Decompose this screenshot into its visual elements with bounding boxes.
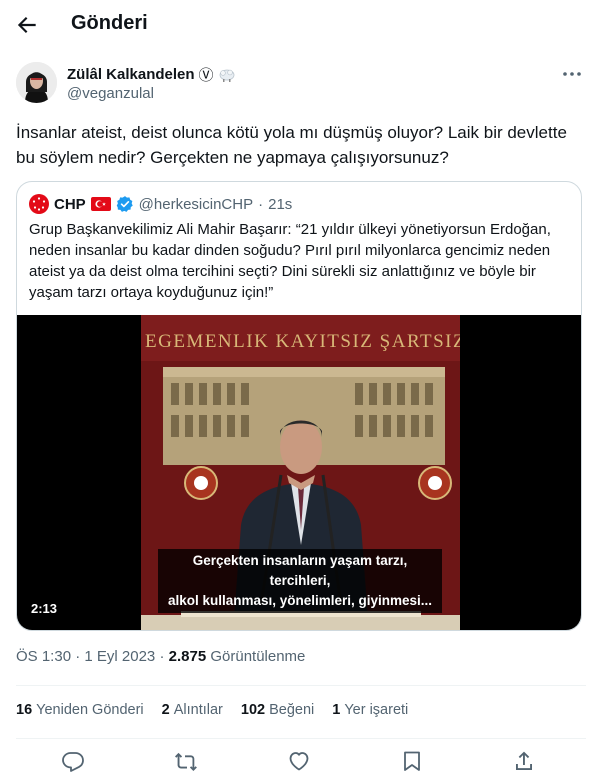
bookmarks-count: 1	[332, 702, 341, 718]
view-count: 2.875	[168, 648, 207, 665]
vegan-badge: Ⓥ	[198, 67, 214, 84]
tweet-text: İnsanlar ateist, deist olunca kötü yola …	[16, 123, 567, 167]
quote-author-name[interactable]: CHP	[54, 196, 86, 213]
retweets-stat[interactable]: 16 Yeniden Gönderi	[16, 702, 144, 722]
quote-author-handle[interactable]: @herkesicinCHP	[139, 196, 253, 213]
verified-badge-icon	[116, 196, 133, 212]
video-banner-text: EGEMENLIK KAYITSIZ ŞARTSIZ M	[145, 331, 460, 352]
quote-text: Grup Başkanvekilimiz Ali Mahir Başarır: …	[29, 221, 551, 301]
likes-label: Beğeni	[269, 702, 315, 718]
tweet-meta: ÖS 1:30 · 1 Eyl 2023 · 2.875 Görüntülenm…	[16, 648, 305, 665]
quoted-tweet[interactable]: CHP @herkesicinCHP · 21s Grup Başkanveki…	[16, 181, 582, 631]
divider-2	[16, 738, 586, 739]
bookmarks-stat[interactable]: 1 Yer işareti	[332, 702, 408, 722]
author-handle[interactable]: @veganzulal	[67, 85, 154, 102]
chp-logo-icon	[29, 194, 49, 214]
quotes-count: 2	[161, 702, 170, 718]
likes-count: 102	[240, 702, 266, 718]
heart-icon[interactable]	[287, 749, 311, 773]
quotes-stat[interactable]: 2 Alıntılar	[162, 702, 223, 722]
turkey-flag-icon	[90, 197, 111, 211]
quote-timestamp[interactable]: 21s	[268, 196, 292, 213]
video-duration: 2:13	[31, 601, 58, 616]
author-name[interactable]: Zülâl Kalkandelen	[67, 66, 195, 83]
author-name-row[interactable]: Zülâl Kalkandelen Ⓥ	[67, 64, 236, 85]
sheep-icon	[219, 69, 234, 82]
top-bar: Gönderi	[0, 0, 602, 50]
divider-1	[16, 685, 586, 686]
video-subtitle: Gerçekten insanların yaşam tarzı, tercih…	[158, 549, 442, 613]
tweet-date[interactable]: 1 Eyl 2023	[84, 648, 155, 665]
avatar[interactable]	[16, 62, 57, 103]
subtitle-line-1: Gerçekten insanların yaşam tarzı, tercih…	[192, 553, 408, 588]
action-bar	[0, 745, 602, 779]
bookmarks-label: Yer işareti	[344, 702, 409, 718]
tweet-time[interactable]: ÖS 1:30	[16, 648, 71, 665]
retweets-count: 16	[16, 702, 33, 718]
view-label: Görüntülenme	[210, 648, 306, 665]
retweet-icon[interactable]	[174, 749, 198, 773]
engagement-stats: 16 Yeniden Gönderi 2 Alıntılar 102 Beğeni 1…	[16, 702, 408, 722]
reply-icon[interactable]	[61, 749, 85, 773]
likes-stat[interactable]: 102 Beğeni	[241, 702, 314, 722]
arrow-left-icon[interactable]	[14, 12, 40, 38]
meta-separator: ·	[75, 648, 81, 665]
quote-separator: ·	[258, 195, 264, 213]
more-dots-icon[interactable]	[560, 62, 584, 86]
subtitle-line-2: alkol kullanması, yönelimleri, giyinmesi…	[167, 593, 433, 608]
meta-separator-2: ·	[159, 648, 165, 665]
bookmark-icon[interactable]	[400, 749, 424, 773]
video-player[interactable]: EGEMENLIK KAYITSIZ ŞARTSIZ M Gerçekten i…	[17, 315, 581, 630]
quotes-label: Alıntılar	[173, 702, 223, 718]
page-title: Gönderi	[71, 12, 148, 34]
share-icon[interactable]	[512, 749, 536, 773]
retweets-label: Yeniden Gönderi	[36, 702, 144, 718]
quote-header: CHP @herkesicinCHP · 21s	[29, 194, 292, 214]
